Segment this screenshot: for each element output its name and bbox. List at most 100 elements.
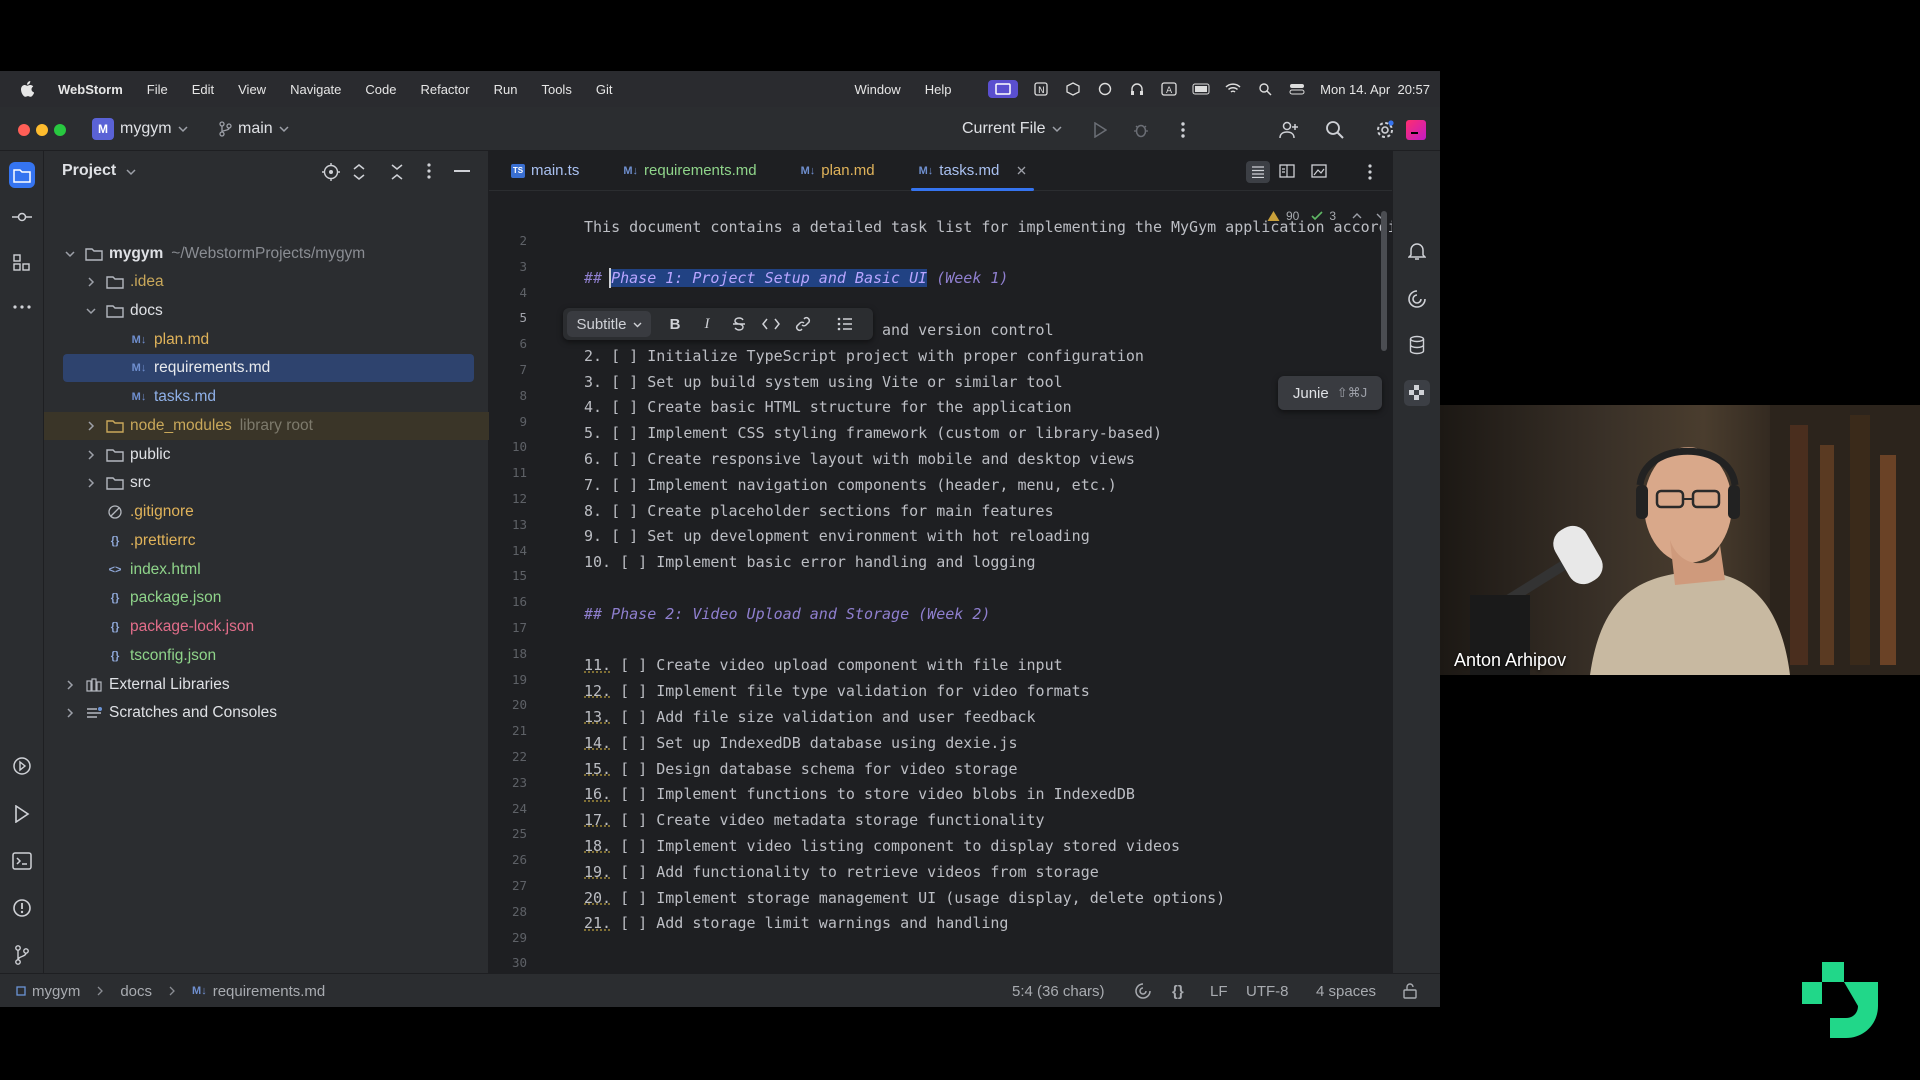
line-separator[interactable]: LF <box>1210 974 1228 1007</box>
lock-icon[interactable] <box>1403 974 1417 1007</box>
chevron-right-icon[interactable] <box>84 419 98 433</box>
menubar-clock[interactable]: Mon 14. Apr 20:57 <box>1320 82 1430 97</box>
tab-actions-icon[interactable] <box>1368 164 1372 180</box>
project-selector[interactable]: M mygym <box>92 107 188 151</box>
project-tool-icon[interactable] <box>9 162 35 188</box>
settings-gear-icon[interactable] <box>1374 119 1396 141</box>
chevron-right-icon[interactable] <box>63 678 77 692</box>
tree-root-mygym[interactable]: mygym ~/WebstormProjects/mygym <box>44 240 489 268</box>
headphones-icon[interactable] <box>1128 80 1146 98</box>
inline-code-icon[interactable] <box>755 308 787 340</box>
branch-selector[interactable]: main <box>218 107 289 151</box>
close-window-button[interactable] <box>18 124 30 136</box>
locate-file-icon[interactable] <box>322 163 340 181</box>
terminal-tool-icon[interactable] <box>9 848 35 874</box>
apple-icon[interactable] <box>0 81 46 97</box>
menu-app-name[interactable]: WebStorm <box>46 82 135 97</box>
breadcrumb-file[interactable]: requirements.md <box>213 983 326 1000</box>
menu-help[interactable]: Help <box>913 82 964 97</box>
close-tab-icon[interactable] <box>1017 166 1026 175</box>
tree-item-docs[interactable]: docs <box>44 297 489 325</box>
bulleted-list-icon[interactable] <box>829 308 861 340</box>
breadcrumb-folder[interactable]: docs <box>120 983 152 1000</box>
screen-share-icon[interactable] <box>988 80 1019 98</box>
run-config-selector[interactable]: Current File <box>962 107 1062 151</box>
keyboard-input-icon[interactable]: A <box>1160 80 1178 98</box>
menu-navigate[interactable]: Navigate <box>278 82 353 97</box>
preview-only-icon[interactable] <box>1311 164 1327 178</box>
json-schema-icon[interactable]: {} <box>1172 974 1184 1007</box>
debug-icon[interactable] <box>1130 119 1152 141</box>
menu-window[interactable]: Window <box>842 82 912 97</box>
heading-style-dropdown[interactable]: Subtitle <box>567 311 651 337</box>
tab-requirements-md[interactable]: M↓ requirements.md <box>601 151 778 191</box>
tree-item-index-html[interactable]: <> index.html <box>44 556 489 584</box>
tree-item-src[interactable]: src <box>44 469 489 497</box>
commit-tool-icon[interactable] <box>9 204 35 230</box>
more-tools-icon[interactable] <box>9 294 35 320</box>
wifi-icon[interactable] <box>1224 80 1242 98</box>
tab-main-ts[interactable]: TS main.ts <box>489 151 601 191</box>
tree-item-plan-md[interactable]: M↓ plan.md <box>44 326 489 354</box>
zoom-window-button[interactable] <box>54 124 66 136</box>
tree-item-node-modules[interactable]: node_modules library root <box>44 412 489 440</box>
italic-button[interactable]: I <box>691 308 723 340</box>
tree-item-tsconfig-json[interactable]: {} tsconfig.json <box>44 642 489 670</box>
control-center-icon[interactable] <box>1288 80 1306 98</box>
menu-tools[interactable]: Tools <box>529 82 583 97</box>
tree-item-scratches[interactable]: Scratches and Consoles <box>44 699 489 727</box>
tree-item-gitignore[interactable]: .gitignore <box>44 498 489 526</box>
tree-item-tasks-md[interactable]: M↓ tasks.md <box>44 383 489 411</box>
more-actions-icon[interactable] <box>1172 119 1194 141</box>
chevron-right-icon[interactable] <box>84 448 98 462</box>
menu-view[interactable]: View <box>226 82 278 97</box>
options-icon[interactable] <box>427 163 431 179</box>
ai-status-icon[interactable] <box>1135 974 1151 1007</box>
file-encoding[interactable]: UTF-8 <box>1246 974 1289 1007</box>
chevron-right-icon[interactable] <box>63 706 77 720</box>
chevron-down-icon[interactable] <box>126 167 136 177</box>
menu-edit[interactable]: Edit <box>180 82 226 97</box>
notion-icon[interactable]: N <box>1032 80 1050 98</box>
database-icon[interactable] <box>1404 332 1430 358</box>
hide-panel-icon[interactable] <box>454 170 470 173</box>
git-tool-icon[interactable] <box>9 942 35 968</box>
expand-all-icon[interactable] <box>352 163 366 181</box>
tab-plan-md[interactable]: M↓ plan.md <box>779 151 897 191</box>
bold-button[interactable]: B <box>659 308 691 340</box>
problems-tool-icon[interactable] <box>9 895 35 921</box>
link-icon[interactable] <box>787 308 819 340</box>
project-panel-title[interactable]: Project <box>62 162 116 180</box>
cursor-position[interactable]: 5:4 (36 chars) <box>1012 974 1105 1007</box>
battery-icon[interactable] <box>1192 80 1210 98</box>
tree-item-external-libraries[interactable]: External Libraries <box>44 671 489 699</box>
chevron-down-icon[interactable] <box>84 304 98 318</box>
run-tool-icon[interactable] <box>9 801 35 827</box>
menu-git[interactable]: Git <box>584 82 625 97</box>
chevron-right-icon[interactable] <box>84 275 98 289</box>
ai-assistant-icon[interactable] <box>1404 286 1430 312</box>
menu-code[interactable]: Code <box>353 82 408 97</box>
structure-tool-icon[interactable] <box>9 250 35 276</box>
breadcrumb-project[interactable]: mygym <box>32 983 80 1000</box>
tree-item-idea[interactable]: .idea <box>44 268 489 296</box>
jetbrains-ai-icon[interactable] <box>1406 120 1426 140</box>
editor-scrollbar[interactable] <box>1381 211 1387 351</box>
creative-cloud-icon[interactable] <box>1096 80 1114 98</box>
indent-setting[interactable]: 4 spaces <box>1316 974 1376 1007</box>
split-view-icon[interactable] <box>1279 164 1295 178</box>
cube-icon[interactable] <box>1064 80 1082 98</box>
run-icon[interactable] <box>1089 119 1111 141</box>
collapse-all-icon[interactable] <box>390 163 404 181</box>
editor-only-view-icon[interactable] <box>1246 161 1270 183</box>
tree-item-package-json[interactable]: {} package.json <box>44 584 489 612</box>
menu-refactor[interactable]: Refactor <box>408 82 481 97</box>
tab-tasks-md[interactable]: M↓ tasks.md <box>897 151 1049 191</box>
tree-item-public[interactable]: public <box>44 441 489 469</box>
menu-file[interactable]: File <box>135 82 180 97</box>
notifications-bell-icon[interactable] <box>1404 238 1430 264</box>
strikethrough-icon[interactable] <box>723 308 755 340</box>
tree-item-package-lock-json[interactable]: {} package-lock.json <box>44 613 489 641</box>
chevron-right-icon[interactable] <box>84 476 98 490</box>
spotlight-search-icon[interactable] <box>1256 80 1274 98</box>
